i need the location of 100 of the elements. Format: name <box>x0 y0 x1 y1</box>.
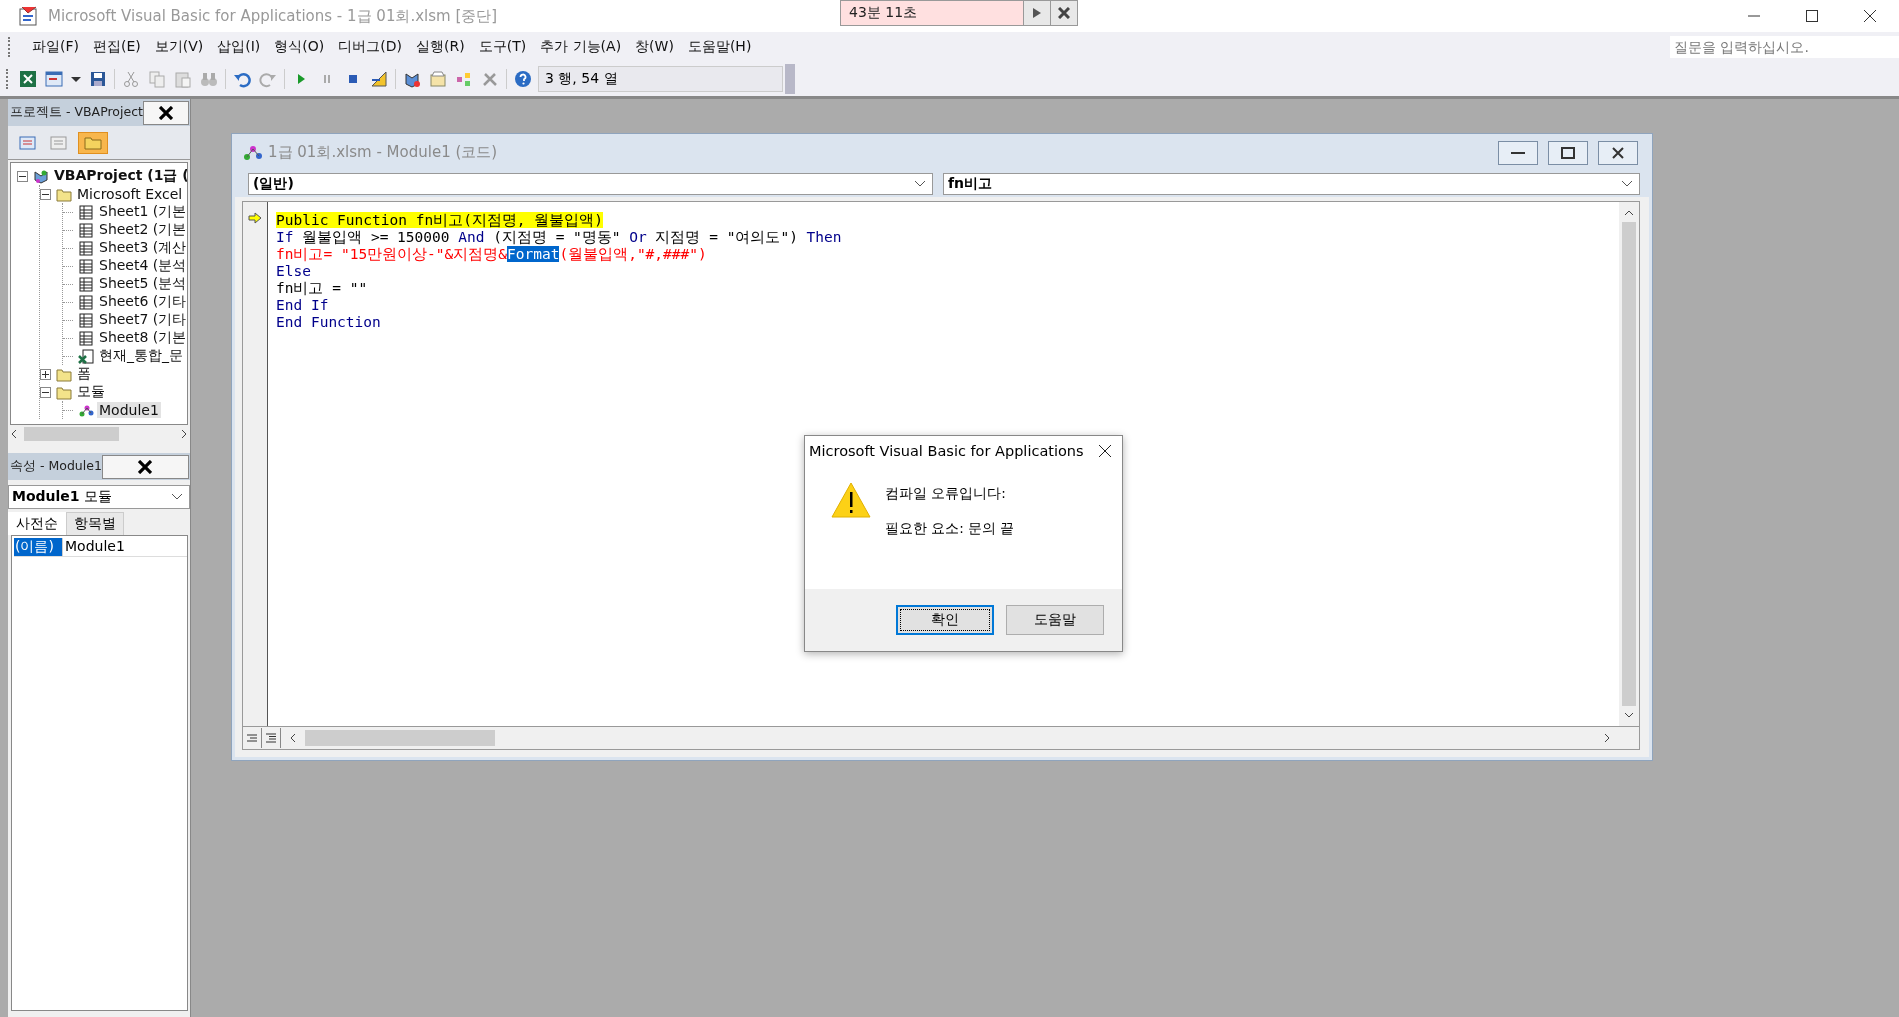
close-icon <box>138 459 153 474</box>
sheet-icon <box>78 329 95 347</box>
scroll-right-icon[interactable] <box>1603 733 1611 743</box>
close-icon[interactable] <box>1098 444 1112 458</box>
scroll-right-icon[interactable] <box>180 429 188 439</box>
tree-item[interactable]: Sheet8 (기본 <box>97 329 187 347</box>
tree-item[interactable]: Microsoft Excel <box>75 186 185 202</box>
code-line: fn비고 = "" <box>276 280 368 296</box>
code-view-icon <box>19 135 36 150</box>
close-icon <box>158 105 173 120</box>
tab[interactable]: 사전순 <box>8 512 66 535</box>
tree-item[interactable]: 모듈 <box>75 383 107 401</box>
text-selection: Format <box>507 246 560 262</box>
tree-item[interactable]: 현재_통합_문 <box>97 347 185 365</box>
object-dropdown[interactable]: Module1 모듈 <box>8 485 190 509</box>
tree-item[interactable]: Sheet4 (분석 <box>97 257 187 275</box>
toggle-folders-button[interactable] <box>78 131 108 154</box>
collapse-toggle[interactable] <box>40 386 51 398</box>
menu-item[interactable]: 편집(E) <box>86 35 148 59</box>
menu-item[interactable]: 디버그(D) <box>331 35 409 59</box>
panel-title: 속성 - Module1 <box>10 458 102 475</box>
paste-icon <box>174 70 192 88</box>
save-icon <box>89 70 107 88</box>
spreadsheet-icon <box>19 70 37 88</box>
tree-item[interactable]: Sheet5 (분석 <box>97 275 187 293</box>
menu-item[interactable]: 파일(F) <box>25 35 86 59</box>
close-button[interactable] <box>1598 140 1638 165</box>
panel-title: 프로젝트 - VBAProject <box>10 104 143 121</box>
close-icon[interactable] <box>1863 9 1877 23</box>
procedure-dropdown[interactable]: fn비고 <box>943 173 1640 195</box>
chevron-down-icon <box>171 493 183 501</box>
menu-item[interactable]: 형식(O) <box>267 35 332 59</box>
undo-icon <box>233 70 251 88</box>
menu-item[interactable]: 도움말(H) <box>680 35 759 59</box>
copy-icon <box>148 70 166 88</box>
sheet-icon <box>78 275 95 293</box>
help-button[interactable]: 도움말 <box>1006 605 1104 635</box>
expand-toggle[interactable] <box>40 368 51 380</box>
object-dropdown[interactable]: (일반) <box>248 173 933 195</box>
menu-item[interactable]: 실행(R) <box>409 35 472 59</box>
sheet-icon <box>78 293 95 311</box>
restore-button[interactable] <box>1548 140 1588 165</box>
code-line: End If <box>276 297 329 313</box>
window-title: Microsoft Visual Basic for Applications - 1급 01회.xlsm [중단] <box>48 6 498 26</box>
property-name[interactable]: (이름) <box>14 538 63 556</box>
tree-item[interactable]: Sheet1 (기본 <box>97 203 187 221</box>
warning-icon <box>831 482 871 518</box>
close-icon <box>1058 7 1070 19</box>
workbook-icon <box>78 347 95 365</box>
close-button[interactable] <box>101 454 189 479</box>
scroll-left-icon[interactable] <box>289 733 297 743</box>
collapse-toggle[interactable] <box>17 170 28 182</box>
procedure-view-icon <box>247 734 257 742</box>
sheet-icon <box>78 239 95 257</box>
code-line: End Function <box>276 314 381 330</box>
scrollbar-thumb[interactable] <box>1622 222 1636 706</box>
error-message: 컴파일 오류입니다: <box>885 485 1007 503</box>
timer-text: 43분 11초 <box>841 1 1023 25</box>
scroll-up-icon[interactable] <box>1624 210 1634 216</box>
ok-button[interactable]: 확인 <box>896 605 994 635</box>
tree-item[interactable]: Sheet7 (기타 <box>97 311 187 329</box>
close-button[interactable] <box>142 100 189 125</box>
minimize-button[interactable] <box>1498 140 1538 165</box>
binoculars-icon <box>200 70 218 88</box>
play-icon <box>1032 7 1042 19</box>
properties-icon <box>429 70 447 88</box>
play-button[interactable] <box>1023 1 1050 25</box>
scroll-left-icon[interactable] <box>10 429 18 439</box>
object-browser-icon <box>455 70 473 88</box>
scrollbar-thumb[interactable] <box>305 730 495 746</box>
tree-item[interactable]: Sheet3 (계산 <box>97 239 187 257</box>
tree-item[interactable]: VBAProject (1급 ( <box>52 167 187 185</box>
tree-item[interactable]: 폼 <box>75 365 93 383</box>
help-search-field[interactable]: 질문을 입력하십시오. <box>1670 36 1899 58</box>
menu-item[interactable]: 보기(V) <box>147 35 211 59</box>
chevron-down-icon <box>1621 180 1633 188</box>
menu-item[interactable]: 삽입(I) <box>210 35 268 59</box>
tree-item[interactable]: Sheet6 (기타 <box>97 293 187 311</box>
tree-item[interactable]: Module1 <box>97 402 161 418</box>
sheet-icon <box>78 311 95 329</box>
form-view-icon <box>50 135 67 150</box>
cursor-position-field: 3 행, 54 열 <box>538 66 783 92</box>
collapse-toggle[interactable] <box>40 188 51 200</box>
scrollbar-thumb[interactable] <box>24 427 119 441</box>
menu-item[interactable]: 도구(T) <box>471 35 534 59</box>
code-line: If 월불입액 >= 150000 And (지점명 = "명동" Or 지점명 = "여의도") Then <box>276 229 842 245</box>
module-view-icon <box>266 733 276 743</box>
ruler-icon <box>370 70 388 88</box>
property-value[interactable]: Module1 <box>63 538 125 556</box>
vba-icon <box>18 5 40 27</box>
restore-icon <box>1561 146 1575 159</box>
dialog-title: Microsoft Visual Basic for Applications <box>809 443 1085 459</box>
close-button[interactable] <box>1050 1 1077 25</box>
menu-item[interactable]: 창(W) <box>628 35 681 59</box>
tab[interactable]: 항목별 <box>66 512 124 535</box>
form-icon <box>45 70 63 88</box>
maximize-icon[interactable] <box>1805 9 1819 23</box>
scroll-down-icon[interactable] <box>1624 712 1634 718</box>
tree-item[interactable]: Sheet2 (기본 <box>97 221 187 239</box>
menu-item[interactable]: 추가 기능(A) <box>533 35 629 59</box>
